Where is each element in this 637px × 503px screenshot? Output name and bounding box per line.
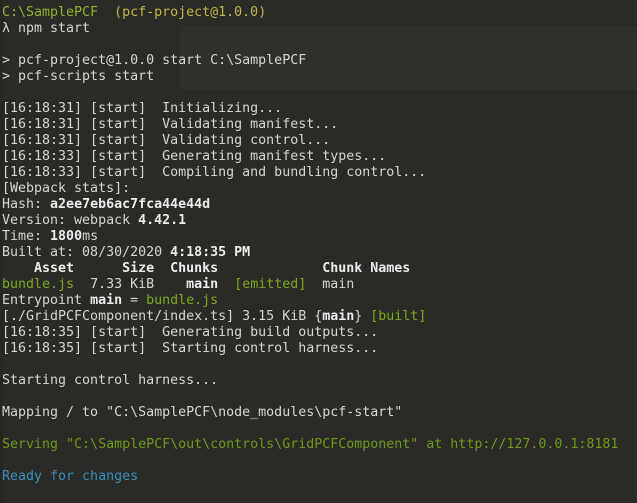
terminal-text: > pcf-scripts start: [2, 69, 155, 84]
terminal-text: }: [354, 309, 371, 324]
terminal-text: [16:18:31] [start] Validating manifest..…: [2, 117, 339, 132]
terminal-text: a2ee7eb6ac7fca44e44d: [50, 197, 211, 212]
terminal-text: =: [122, 293, 147, 308]
terminal-line: λ npm start: [2, 21, 618, 37]
terminal-text: 1800: [50, 229, 83, 244]
terminal-text: Starting control harness...: [2, 373, 219, 388]
terminal-line: [16:18:33] [start] Compiling and bundlin…: [2, 165, 618, 181]
terminal-line: [Webpack stats]:: [2, 181, 618, 197]
terminal-text: Hash:: [2, 197, 51, 212]
terminal-text: (pcf-project@1.0.0): [114, 5, 267, 20]
terminal-text: Ready for changes: [2, 469, 139, 484]
terminal-text: main: [322, 309, 355, 324]
terminal-line: Starting control harness...: [2, 373, 618, 389]
terminal-text: [built]: [370, 309, 427, 324]
terminal-text: [16:18:33] [start] Generating manifest t…: [2, 149, 387, 164]
terminal-text: 4.42.1: [138, 213, 187, 228]
terminal-text: [16:18:31] [start] Initializing...: [2, 101, 283, 116]
terminal-text: > pcf-project@1.0.0 start C:\SamplePCF: [2, 53, 307, 68]
terminal-text: main: [306, 277, 355, 292]
terminal-line: Entrypoint main = bundle.js: [2, 293, 618, 309]
terminal-line: C:\SamplePCF (pcf-project@1.0.0): [2, 5, 618, 21]
terminal-line: Asset Size Chunks Chunk Names: [2, 261, 618, 277]
terminal-text: [16:18:35] [start] Starting control harn…: [2, 341, 379, 356]
terminal-text: ms: [82, 229, 99, 244]
terminal-text: C:\SamplePCF: [2, 5, 99, 20]
terminal-line: Hash: a2ee7eb6ac7fca44e44d: [2, 197, 618, 213]
terminal-text: Built at: 08/30/2020: [2, 245, 171, 260]
terminal-line: > pcf-project@1.0.0 start C:\SamplePCF: [2, 53, 618, 69]
terminal-line: [16:18:31] [start] Validating control...: [2, 133, 618, 149]
terminal-output[interactable]: C:\SamplePCF (pcf-project@1.0.0) λ npm st…: [2, 5, 618, 485]
terminal-text: bundle.js: [2, 277, 75, 292]
terminal-text: Version: webpack: [2, 213, 139, 228]
terminal-text: Mapping / to "C:\SamplePCF\node_modules\…: [2, 405, 403, 420]
terminal-line: [16:18:33] [start] Generating manifest t…: [2, 149, 618, 165]
terminal-text: [./GridPCFComponent/index.ts] 3.15 KiB {: [2, 309, 323, 324]
terminal-line: Time: 1800ms: [2, 229, 618, 245]
terminal-text: 7.33 KiB: [74, 277, 187, 292]
terminal-text: [Webpack stats]:: [2, 181, 131, 196]
terminal-line: Built at: 08/30/2020 4:18:35 PM: [2, 245, 618, 261]
terminal-text: [emitted]: [234, 277, 307, 292]
terminal-line: [16:18:31] [start] Initializing...: [2, 101, 618, 117]
terminal-text: [16:18:35] [start] Generating build outp…: [2, 325, 379, 340]
terminal-text: [16:18:31] [start] Validating control...: [2, 133, 331, 148]
terminal-line: Version: webpack 4.42.1: [2, 213, 618, 229]
terminal-line: > pcf-scripts start: [2, 69, 618, 85]
terminal-text: Time:: [2, 229, 51, 244]
terminal-line: [./GridPCFComponent/index.ts] 3.15 KiB {…: [2, 309, 618, 325]
terminal-line: bundle.js 7.33 KiB main [emitted] main: [2, 277, 618, 293]
terminal-line: [16:18:31] [start] Validating manifest..…: [2, 117, 618, 133]
terminal-text: [16:18:33] [start] Compiling and bundlin…: [2, 165, 427, 180]
terminal-line: Mapping / to "C:\SamplePCF\node_modules\…: [2, 405, 618, 421]
terminal-line: [16:18:35] [start] Starting control harn…: [2, 341, 618, 357]
terminal-line: [16:18:35] [start] Generating build outp…: [2, 325, 618, 341]
terminal-text: Asset Size Chunks Chunk Names: [2, 261, 411, 276]
terminal-text: Entrypoint: [2, 293, 91, 308]
terminal-text: main: [186, 277, 219, 292]
terminal-text: λ npm start: [2, 21, 91, 36]
terminal-text: main: [90, 293, 123, 308]
terminal-line: Ready for changes: [2, 469, 618, 485]
terminal-text: Serving "C:\SamplePCF\out\controls\GridP…: [2, 437, 619, 452]
terminal-text: bundle.js: [146, 293, 219, 308]
terminal-text: 4:18:35 PM: [170, 245, 251, 260]
terminal-line: Serving "C:\SamplePCF\out\controls\GridP…: [2, 437, 618, 453]
